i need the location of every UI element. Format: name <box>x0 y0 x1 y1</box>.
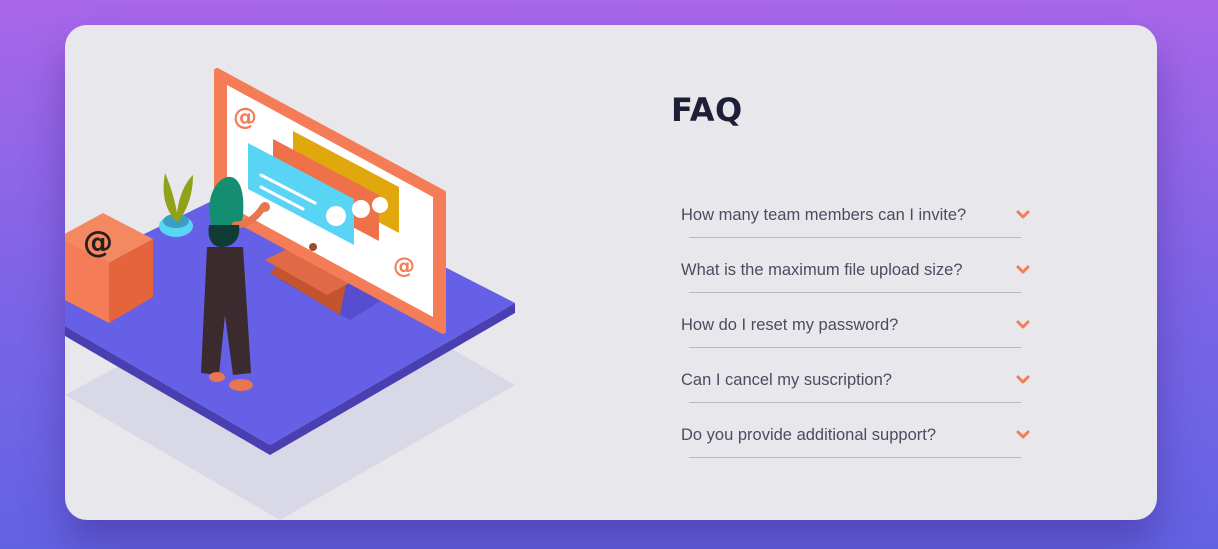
chevron-down-icon[interactable] <box>1016 430 1030 440</box>
faq-divider <box>689 457 1021 458</box>
at-sign-icon: @ <box>83 225 113 260</box>
faq-card: @ @ @ FAQ How many team members can I in… <box>65 25 1157 520</box>
faq-question: What is the maximum file upload size? <box>681 261 963 279</box>
faq-item[interactable]: What is the maximum file upload size? <box>681 244 1030 299</box>
faq-illustration: @ @ @ <box>65 68 515 520</box>
faq-question: Do you provide additional support? <box>681 426 937 444</box>
faq-question: How many team members can I invite? <box>681 206 967 224</box>
chevron-down-icon[interactable] <box>1016 375 1030 385</box>
faq-question: Can I cancel my suscription? <box>681 371 892 389</box>
faq-item[interactable]: Do you provide additional support? <box>681 409 1030 464</box>
chevron-down-icon[interactable] <box>1016 265 1030 275</box>
faq-divider <box>689 292 1021 293</box>
faq-list: How many team members can I invite? What… <box>681 189 1030 464</box>
faq-item[interactable]: How do I reset my password? <box>681 299 1030 354</box>
faq-question: How do I reset my password? <box>681 316 899 334</box>
at-sign-icon: @ <box>233 103 257 131</box>
faq-divider <box>689 402 1021 403</box>
faq-divider <box>689 347 1021 348</box>
at-sign-icon: @ <box>393 254 415 279</box>
faq-divider <box>689 237 1021 238</box>
faq-item[interactable]: Can I cancel my suscription? <box>681 354 1030 409</box>
chevron-down-icon[interactable] <box>1016 210 1030 220</box>
faq-item[interactable]: How many team members can I invite? <box>681 189 1030 244</box>
faq-title: FAQ <box>671 91 743 129</box>
chevron-down-icon[interactable] <box>1016 320 1030 330</box>
